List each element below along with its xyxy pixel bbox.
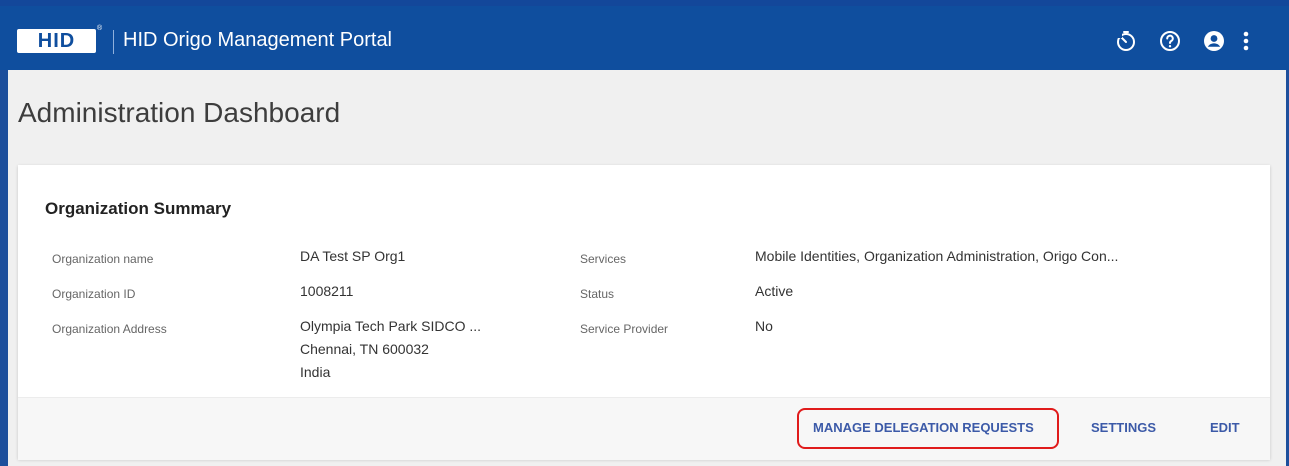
timer-icon[interactable] [1111,26,1141,56]
settings-button[interactable]: SETTINGS [1091,420,1156,435]
services-label: Services [580,252,627,266]
help-icon[interactable] [1155,26,1185,56]
organization-summary-card: Organization Summary Organization name D… [18,165,1270,460]
header-divider [113,30,114,54]
service-provider-value: No [755,318,773,334]
logo-trademark: ® [97,25,103,32]
card-title: Organization Summary [45,199,232,218]
org-id-label: Organization ID [52,287,136,301]
more-vert-icon[interactable] [1236,26,1256,56]
edit-button[interactable]: EDIT [1210,420,1240,435]
org-name-label: Organization name [52,252,154,266]
page-title: Administration Dashboard [18,97,341,128]
org-address-line2: Chennai, TN 600032 [300,341,429,357]
portal-title: HID Origo Management Portal [123,29,393,51]
card-actions-bar [18,397,1270,460]
hid-logo[interactable]: HID [17,29,96,53]
services-value: Mobile Identities, Organization Administ… [755,248,1119,264]
logo-text: HID [37,29,76,52]
account-icon[interactable] [1199,26,1229,56]
status-value: Active [755,283,794,299]
status-label: Status [580,287,615,301]
manage-delegation-requests-button[interactable]: MANAGE DELEGATION REQUESTS [813,420,1034,435]
org-address-label: Organization Address [52,322,167,336]
org-name-value: DA Test SP Org1 [300,248,406,264]
service-provider-label: Service Provider [580,322,669,336]
top-app-bar: HID ® HID Origo Management Portal [0,0,1289,70]
org-id-value: 1008211 [300,283,354,299]
org-address-line3: India [300,364,331,380]
org-address-line1: Olympia Tech Park SIDCO ... [300,318,482,334]
